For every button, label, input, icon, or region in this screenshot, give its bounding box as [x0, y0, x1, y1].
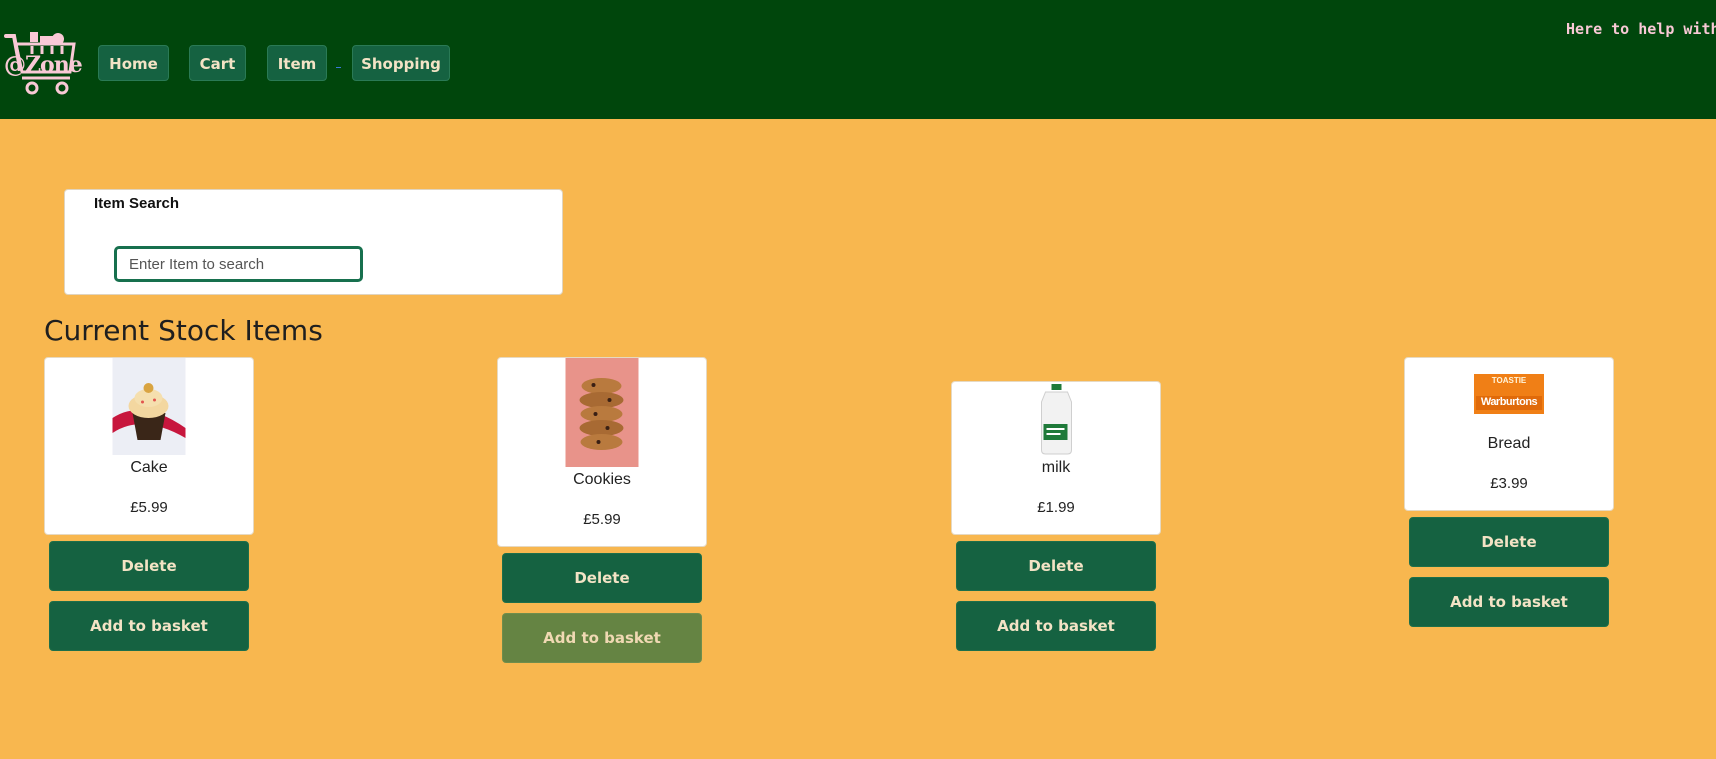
- nav-shopping-button[interactable]: Shopping: [352, 45, 450, 81]
- add-to-basket-button[interactable]: Add to basket: [502, 613, 702, 663]
- product-price: £5.99: [583, 511, 621, 528]
- logo-text: @Zone: [4, 52, 83, 78]
- product-card-cake: Cake £5.99: [44, 357, 254, 535]
- milk-image: [1019, 382, 1093, 455]
- delete-button[interactable]: Delete: [956, 541, 1156, 591]
- header-bar: @Zone Home Cart Item Shopping Here to he…: [0, 0, 1716, 119]
- add-to-basket-button[interactable]: Add to basket: [956, 601, 1156, 651]
- delete-button[interactable]: Delete: [502, 553, 702, 603]
- nav-home-button[interactable]: Home: [98, 45, 169, 81]
- add-to-basket-button[interactable]: Add to basket: [1409, 577, 1609, 627]
- bread-brand-text: Warburtons: [1480, 396, 1538, 408]
- header-tagline: Here to help with t: [1566, 20, 1716, 38]
- nav-item-button[interactable]: Item: [267, 45, 327, 81]
- delete-button[interactable]: Delete: [1409, 517, 1609, 567]
- bread-brand-subtext: TOASTIE: [1491, 376, 1527, 385]
- nav-separator: [336, 67, 341, 68]
- product-price: £1.99: [1037, 499, 1075, 516]
- product-price: £5.99: [130, 499, 168, 516]
- item-search-label: Item Search: [94, 195, 180, 212]
- product-card-bread: TOASTIE Warburtons Bread £3.99: [1404, 357, 1614, 511]
- delete-button[interactable]: Delete: [49, 541, 249, 591]
- bread-image: TOASTIE Warburtons: [1474, 374, 1544, 414]
- product-card-milk: milk £1.99: [951, 381, 1161, 535]
- nav-cart-button[interactable]: Cart: [189, 45, 246, 81]
- item-search-panel: Item Search: [64, 189, 563, 295]
- cookies-image: [565, 358, 639, 467]
- cart-logo-icon[interactable]: @Zone: [4, 30, 83, 96]
- product-name: Cake: [130, 459, 168, 476]
- item-search-input[interactable]: [114, 246, 363, 282]
- add-to-basket-button[interactable]: Add to basket: [49, 601, 249, 651]
- product-name: Cookies: [573, 471, 631, 488]
- cake-image: [112, 358, 186, 455]
- product-name: Bread: [1487, 435, 1531, 452]
- page-title: Current Stock Items: [44, 314, 323, 347]
- product-name: milk: [1041, 459, 1071, 476]
- product-card-cookies: Cookies £5.99: [497, 357, 707, 547]
- product-price: £3.99: [1490, 475, 1528, 492]
